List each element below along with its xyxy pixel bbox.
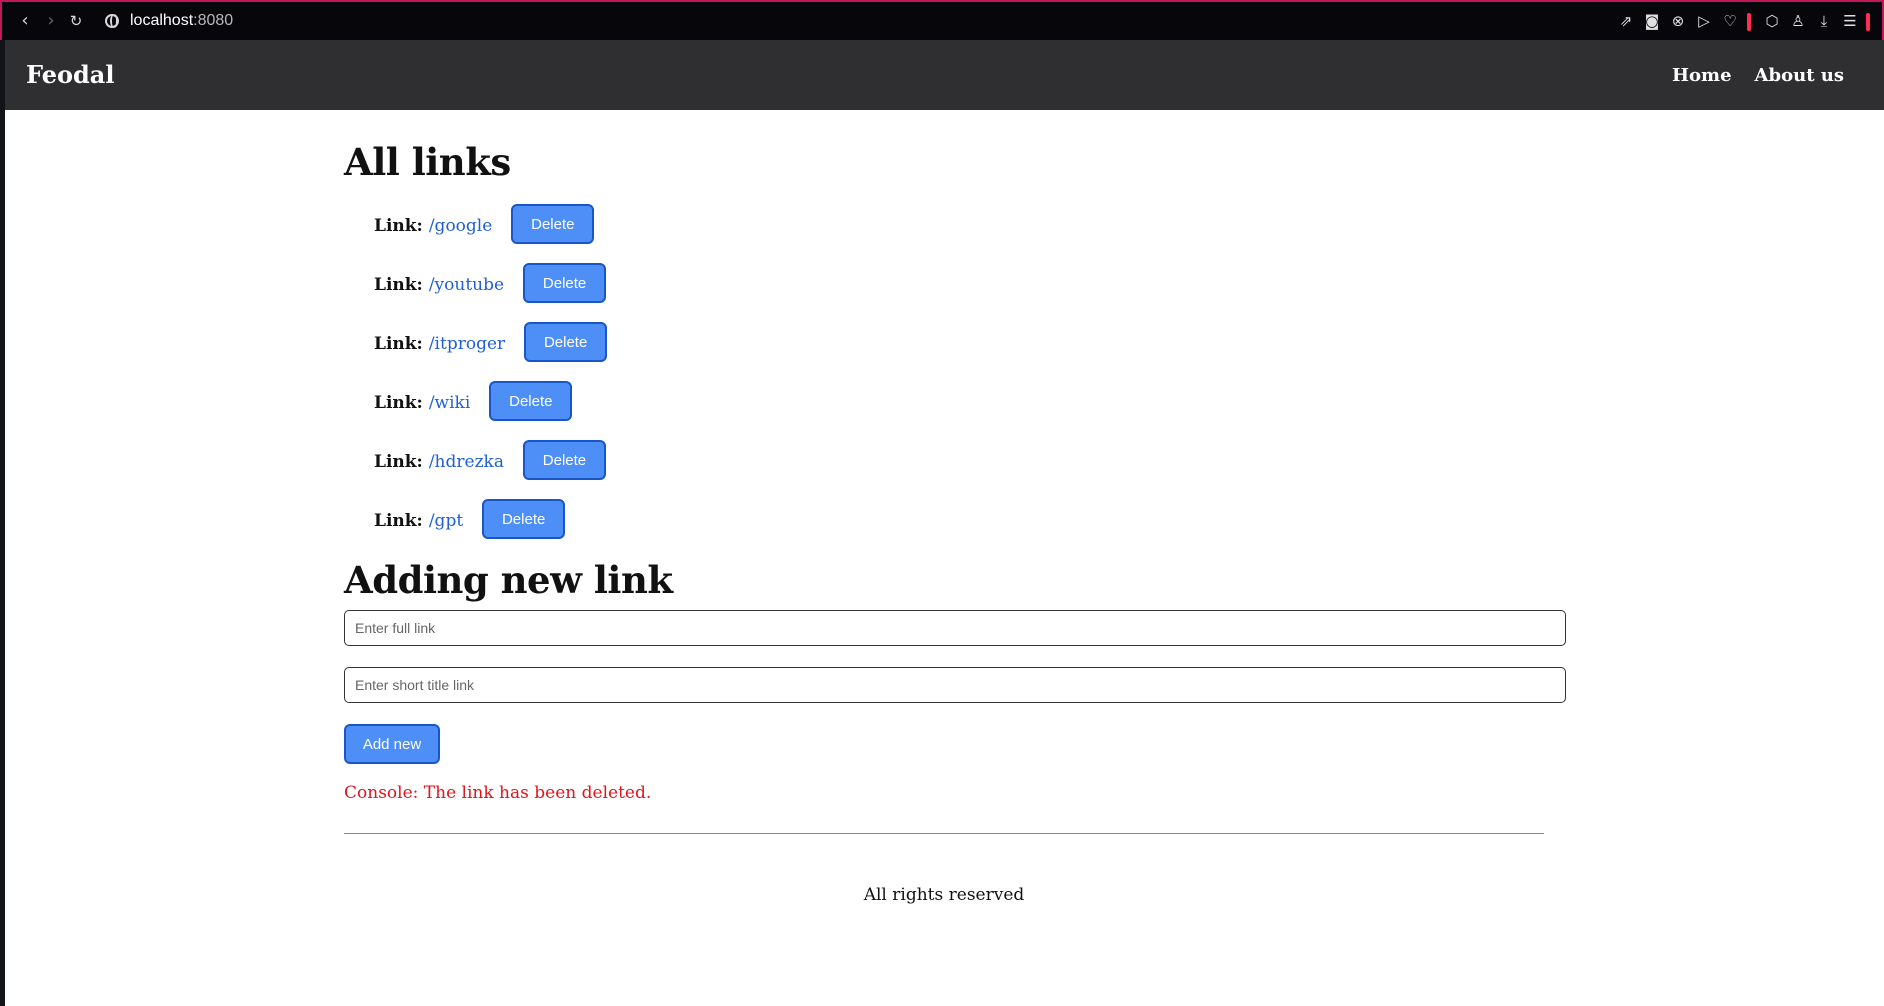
link-label: Link: <box>374 216 423 236</box>
reload-icon[interactable]: ↻ <box>65 10 87 32</box>
list-item: Link: /gpt Delete <box>374 499 607 558</box>
link-label: Link: <box>374 275 423 295</box>
chart-icon[interactable]: ⇗ <box>1617 12 1635 30</box>
delete-button[interactable]: Delete <box>524 322 608 362</box>
console-message: Console: The link has been deleted. <box>344 783 652 803</box>
camera-icon[interactable]: ◙ <box>1643 12 1661 30</box>
link-path[interactable]: /google <box>429 216 492 236</box>
address-bar[interactable]: localhost:8080 <box>130 12 233 30</box>
add-link-title: Adding new link <box>344 558 673 602</box>
brand-logo[interactable]: Feodal <box>26 60 114 89</box>
delete-button[interactable]: Delete <box>482 499 566 539</box>
back-icon[interactable]: ‹ <box>14 10 36 32</box>
site-header: Feodal Home About us <box>5 40 1884 110</box>
nav-about-us[interactable]: About us <box>1755 65 1844 86</box>
delete-button[interactable]: Delete <box>489 381 573 421</box>
all-links-title: All links <box>344 140 511 184</box>
add-new-button[interactable]: Add new <box>344 724 440 764</box>
list-item: Link: /youtube Delete <box>374 263 607 322</box>
full-link-input[interactable] <box>344 610 1566 646</box>
user-icon[interactable]: ♙ <box>1789 12 1807 30</box>
top-nav: Home About us <box>1672 65 1844 86</box>
send-icon[interactable]: ▷ <box>1695 12 1713 30</box>
box-icon[interactable]: ⬡ <box>1763 12 1781 30</box>
link-label: Link: <box>374 334 423 354</box>
list-item: Link: /wiki Delete <box>374 381 607 440</box>
link-path[interactable]: /itproger <box>429 334 505 354</box>
browser-toolbar: ‹ › ↻ localhost:8080 ⇗ ◙ ⊗ ▷ ♡ ⬡ ♙ ⤓ ☰ <box>0 0 1884 40</box>
url-host: localhost <box>130 12 194 29</box>
link-label: Link: <box>374 511 423 531</box>
link-path[interactable]: /hdrezka <box>429 452 504 472</box>
list-item: Link: /google Delete <box>374 204 607 263</box>
delete-button[interactable]: Delete <box>523 263 607 303</box>
link-path[interactable]: /youtube <box>429 275 504 295</box>
forward-icon[interactable]: › <box>40 10 62 32</box>
link-label: Link: <box>374 452 423 472</box>
list-item: Link: /itproger Delete <box>374 322 608 381</box>
link-list: Link: /google Delete Link: /youtube Dele… <box>374 204 608 558</box>
footer-text: All rights reserved <box>863 885 1025 905</box>
download-icon[interactable]: ⤓ <box>1815 12 1833 30</box>
window-edge <box>0 40 5 1006</box>
short-title-input[interactable] <box>344 667 1566 703</box>
sidebar-indicator <box>1866 13 1870 31</box>
delete-button[interactable]: Delete <box>511 204 595 244</box>
pinned-indicator <box>1747 13 1751 31</box>
nav-home[interactable]: Home <box>1672 65 1732 86</box>
shield-x-icon[interactable]: ⊗ <box>1669 12 1687 30</box>
link-path[interactable]: /gpt <box>429 511 463 531</box>
delete-button[interactable]: Delete <box>522 440 606 480</box>
footer-divider <box>344 833 1544 834</box>
link-label: Link: <box>374 393 423 413</box>
list-item: Link: /hdrezka Delete <box>374 440 607 499</box>
globe-icon <box>105 14 119 28</box>
link-path[interactable]: /wiki <box>429 393 470 413</box>
url-port: :8080 <box>193 12 234 29</box>
menu-icon[interactable]: ☰ <box>1841 12 1859 30</box>
heart-icon[interactable]: ♡ <box>1721 12 1739 30</box>
